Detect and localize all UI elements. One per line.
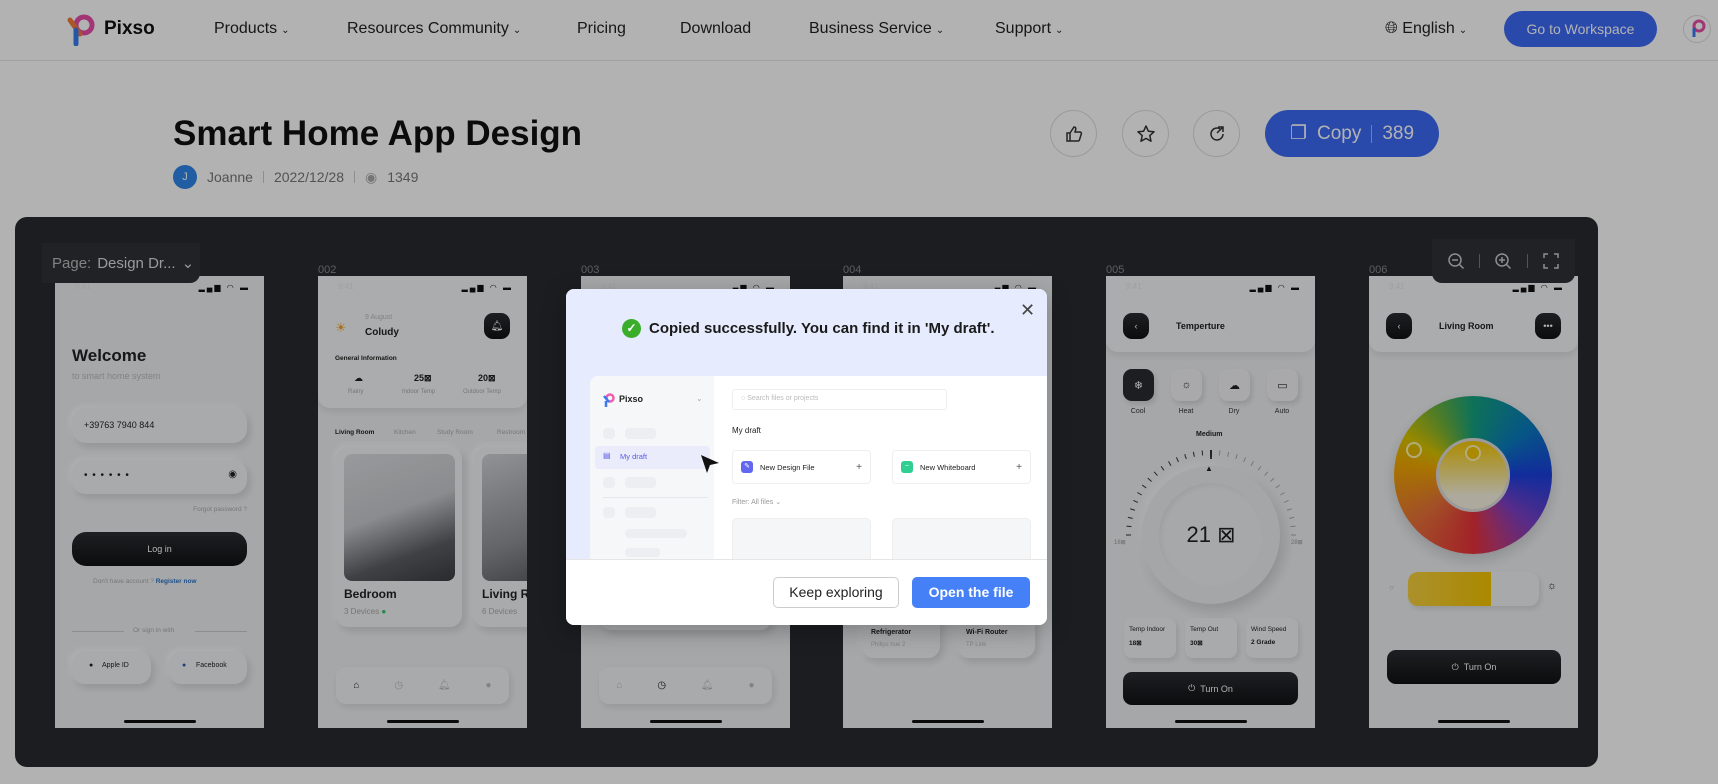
preview-search: ○ Search files or projects: [732, 389, 947, 410]
plus-icon: +: [1016, 461, 1022, 473]
plus-icon: +: [856, 461, 862, 473]
message-text: Copied successfully. You can find it in …: [649, 320, 995, 337]
section-title: My draft: [732, 426, 761, 435]
search-icon: ○: [741, 395, 746, 402]
skeleton: [603, 507, 615, 518]
new-whiteboard-card: ~ New Whiteboard +: [892, 450, 1031, 484]
filter-label: Filter:: [732, 499, 750, 506]
preview-sidebar: Pixso ⌄ ▤ My draft: [590, 376, 714, 559]
skeleton: [625, 507, 656, 518]
skeleton: [625, 477, 656, 488]
chevron-down-icon: ⌄: [775, 499, 782, 506]
dialog-footer: Keep exploring Open the file: [566, 559, 1047, 625]
search-placeholder: Search files or projects: [747, 395, 819, 402]
whiteboard-icon: ~: [901, 461, 913, 473]
close-icon[interactable]: ✕: [1020, 301, 1035, 319]
filter-row: Filter: All files ⌄: [732, 498, 781, 506]
card-label: New Design File: [760, 462, 815, 472]
sidebar-item-label: My draft: [620, 452, 648, 461]
chevron-down-icon: ⌄: [696, 394, 703, 403]
sidebar-item-my-draft: ▤ My draft: [595, 446, 710, 469]
divider: [603, 497, 708, 498]
skeleton: [625, 529, 687, 538]
skeleton: [603, 477, 615, 488]
new-design-file-card: ✎ New Design File +: [732, 450, 871, 484]
preview-brand: Pixso: [619, 394, 644, 404]
skeleton: [625, 548, 660, 557]
design-file-icon: ✎: [741, 461, 753, 473]
dialog-message: ✓ Copied successfully. You can find it in…: [622, 319, 995, 338]
cursor-arrow-icon: [701, 455, 719, 473]
skeleton: [625, 428, 656, 439]
copy-success-dialog: ✓ Copied successfully. You can find it in…: [566, 289, 1047, 625]
card-label: New Whiteboard: [920, 462, 976, 472]
check-circle-icon: ✓: [622, 319, 641, 338]
filter-value: All files: [751, 499, 774, 506]
file-icon: ▤: [603, 451, 611, 460]
skeleton: [603, 428, 615, 439]
pixso-logo-icon: [603, 393, 615, 407]
keep-exploring-button[interactable]: Keep exploring: [773, 577, 899, 608]
open-file-button[interactable]: Open the file: [912, 577, 1030, 608]
preview-main: ○ Search files or projects My draft ✎ New…: [714, 376, 1047, 568]
